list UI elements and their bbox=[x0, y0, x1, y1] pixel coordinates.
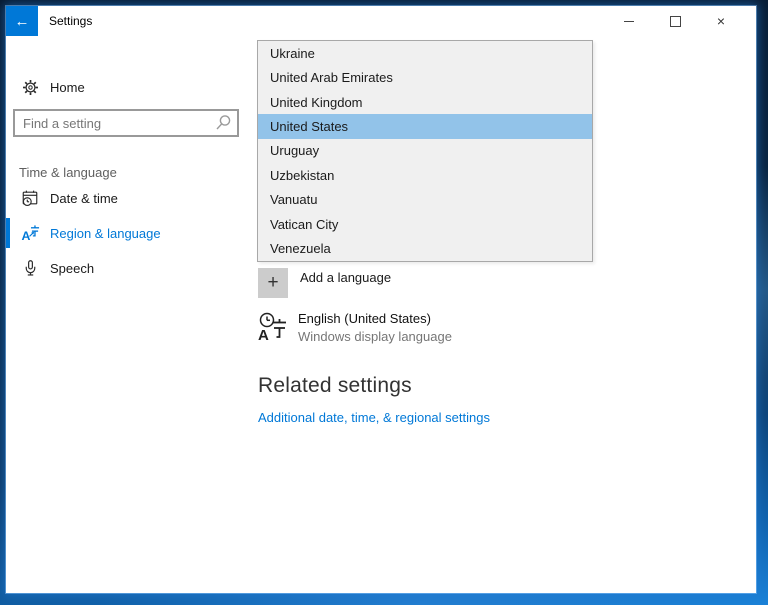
sidebar-section-label: Time & language bbox=[19, 165, 117, 180]
gear-icon bbox=[20, 77, 40, 97]
sidebar-item-date-time[interactable]: Date & time bbox=[6, 183, 256, 213]
caption-buttons: × bbox=[606, 6, 744, 36]
sidebar-item-region-language[interactable]: A Region & language bbox=[6, 218, 256, 248]
sidebar-item-home[interactable]: Home bbox=[6, 73, 256, 101]
language-entry-subtitle: Windows display language bbox=[298, 329, 452, 344]
sidebar-item-label: Region & language bbox=[50, 226, 161, 241]
country-option[interactable]: Vatican City bbox=[258, 212, 592, 236]
search-icon[interactable] bbox=[213, 113, 233, 133]
search-input[interactable] bbox=[21, 115, 213, 132]
language-entry-texts: English (United States) Windows display … bbox=[298, 311, 452, 344]
country-option[interactable]: United States bbox=[258, 114, 592, 138]
sidebar-item-label: Home bbox=[50, 80, 85, 95]
language-entry[interactable]: A English (United States) Windows displa… bbox=[258, 311, 452, 344]
country-list: UkraineUnited Arab EmiratesUnited Kingdo… bbox=[257, 40, 593, 262]
country-option[interactable]: United Kingdom bbox=[258, 90, 592, 114]
svg-text:A: A bbox=[21, 229, 30, 243]
country-option[interactable]: Uzbekistan bbox=[258, 163, 592, 187]
maximize-icon bbox=[670, 16, 681, 27]
close-icon: × bbox=[717, 14, 725, 28]
back-button[interactable]: ← bbox=[6, 6, 38, 36]
sidebar-item-label: Date & time bbox=[50, 191, 118, 206]
minimize-button[interactable] bbox=[606, 6, 652, 36]
settings-window: ← Settings × bbox=[6, 6, 756, 593]
country-option[interactable]: Vanuatu bbox=[258, 188, 592, 212]
country-option[interactable]: Ukraine bbox=[258, 41, 592, 65]
country-option[interactable]: United Arab Emirates bbox=[258, 65, 592, 89]
sidebar-item-speech[interactable]: Speech bbox=[6, 253, 256, 283]
minimize-icon bbox=[624, 21, 634, 22]
region-language-icon: A bbox=[20, 223, 40, 243]
titlebar: ← Settings × bbox=[6, 6, 756, 36]
country-option[interactable]: Uruguay bbox=[258, 139, 592, 163]
country-option[interactable]: Venezuela bbox=[258, 237, 592, 261]
add-language-button[interactable]: + Add a language bbox=[258, 268, 391, 298]
plus-icon[interactable]: + bbox=[258, 268, 288, 298]
additional-settings-link[interactable]: Additional date, time, & regional settin… bbox=[258, 410, 490, 425]
language-entry-title: English (United States) bbox=[298, 311, 452, 326]
add-language-label: Add a language bbox=[300, 270, 391, 285]
window-title: Settings bbox=[49, 6, 92, 36]
search-box bbox=[13, 109, 239, 137]
close-button[interactable]: × bbox=[698, 6, 744, 36]
sidebar: Home Time & language bbox=[6, 36, 256, 593]
calendar-clock-icon bbox=[20, 188, 40, 208]
back-arrow-icon: ← bbox=[15, 13, 30, 30]
related-settings-heading: Related settings bbox=[258, 374, 412, 398]
sidebar-item-label: Speech bbox=[50, 261, 94, 276]
svg-text:A: A bbox=[258, 327, 269, 343]
microphone-icon bbox=[20, 258, 40, 278]
display-language-icon: A bbox=[258, 311, 288, 343]
maximize-button[interactable] bbox=[652, 6, 698, 36]
